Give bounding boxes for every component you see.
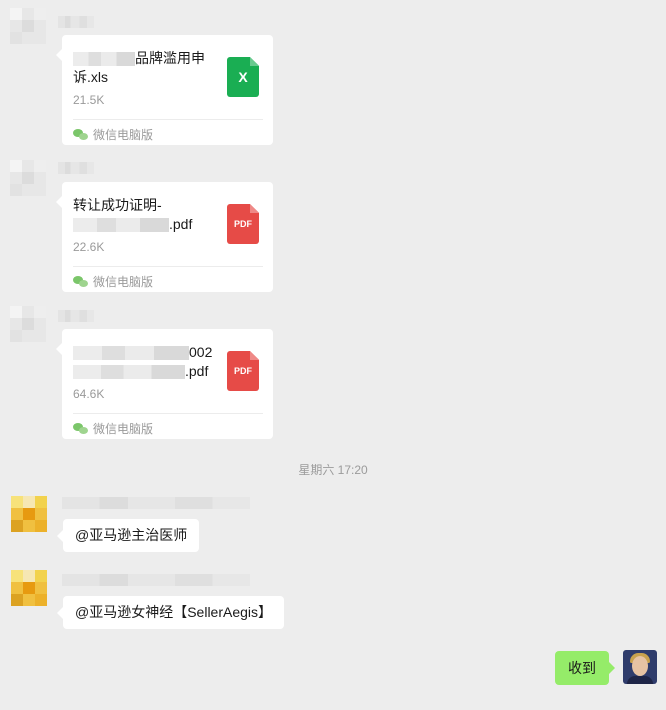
file-source: 微信电脑版 [73,420,153,437]
sender-name [58,310,94,322]
divider [73,266,263,267]
self-message-bubble[interactable]: 收到 [555,651,615,685]
file-size: 64.6K [73,387,105,401]
wechat-icon [73,275,89,288]
file-source: 微信电脑版 [73,273,153,290]
xls-file-icon: X [227,57,259,97]
redacted-text [73,346,189,361]
file-name: 002 .pdf [73,343,213,381]
redacted-text [73,365,185,380]
wechat-icon [73,422,89,435]
sender-name [62,497,250,509]
file-message-card[interactable]: 002 .pdf 64.6K PDF 微信电脑版 [56,329,273,439]
file-size: 21.5K [73,93,105,107]
file-name: 转让成功证明- .pdf [73,197,193,233]
file-name: 品牌滥用申诉.xls [73,50,205,85]
sender-name [62,574,250,586]
sender-avatar[interactable] [11,570,47,606]
divider [73,119,263,120]
divider [73,413,263,414]
text-message-bubble[interactable]: @亚马逊主治医师 [56,519,200,552]
sender-avatar[interactable] [10,8,46,44]
file-message-card[interactable]: 转让成功证明- .pdf 22.6K PDF 微信电脑版 [56,182,273,292]
text-message-bubble[interactable]: @亚马逊女神经【SellerAegis】 [56,596,285,629]
file-source: 微信电脑版 [73,126,153,143]
sender-avatar[interactable] [10,160,46,196]
pdf-file-icon: PDF [227,351,259,391]
wechat-icon [73,128,89,141]
sender-name [58,162,94,174]
redacted-text [73,52,135,67]
self-avatar[interactable] [623,650,657,684]
sender-avatar[interactable] [11,496,47,532]
pdf-file-icon: PDF [227,204,259,244]
message-timestamp: 星期六 17:20 [298,463,368,477]
file-message-card[interactable]: 品牌滥用申诉.xls 21.5K X 微信电脑版 [56,35,273,145]
file-size: 22.6K [73,240,105,254]
sender-avatar[interactable] [10,306,46,342]
sender-name [58,16,94,28]
redacted-text [73,218,169,233]
